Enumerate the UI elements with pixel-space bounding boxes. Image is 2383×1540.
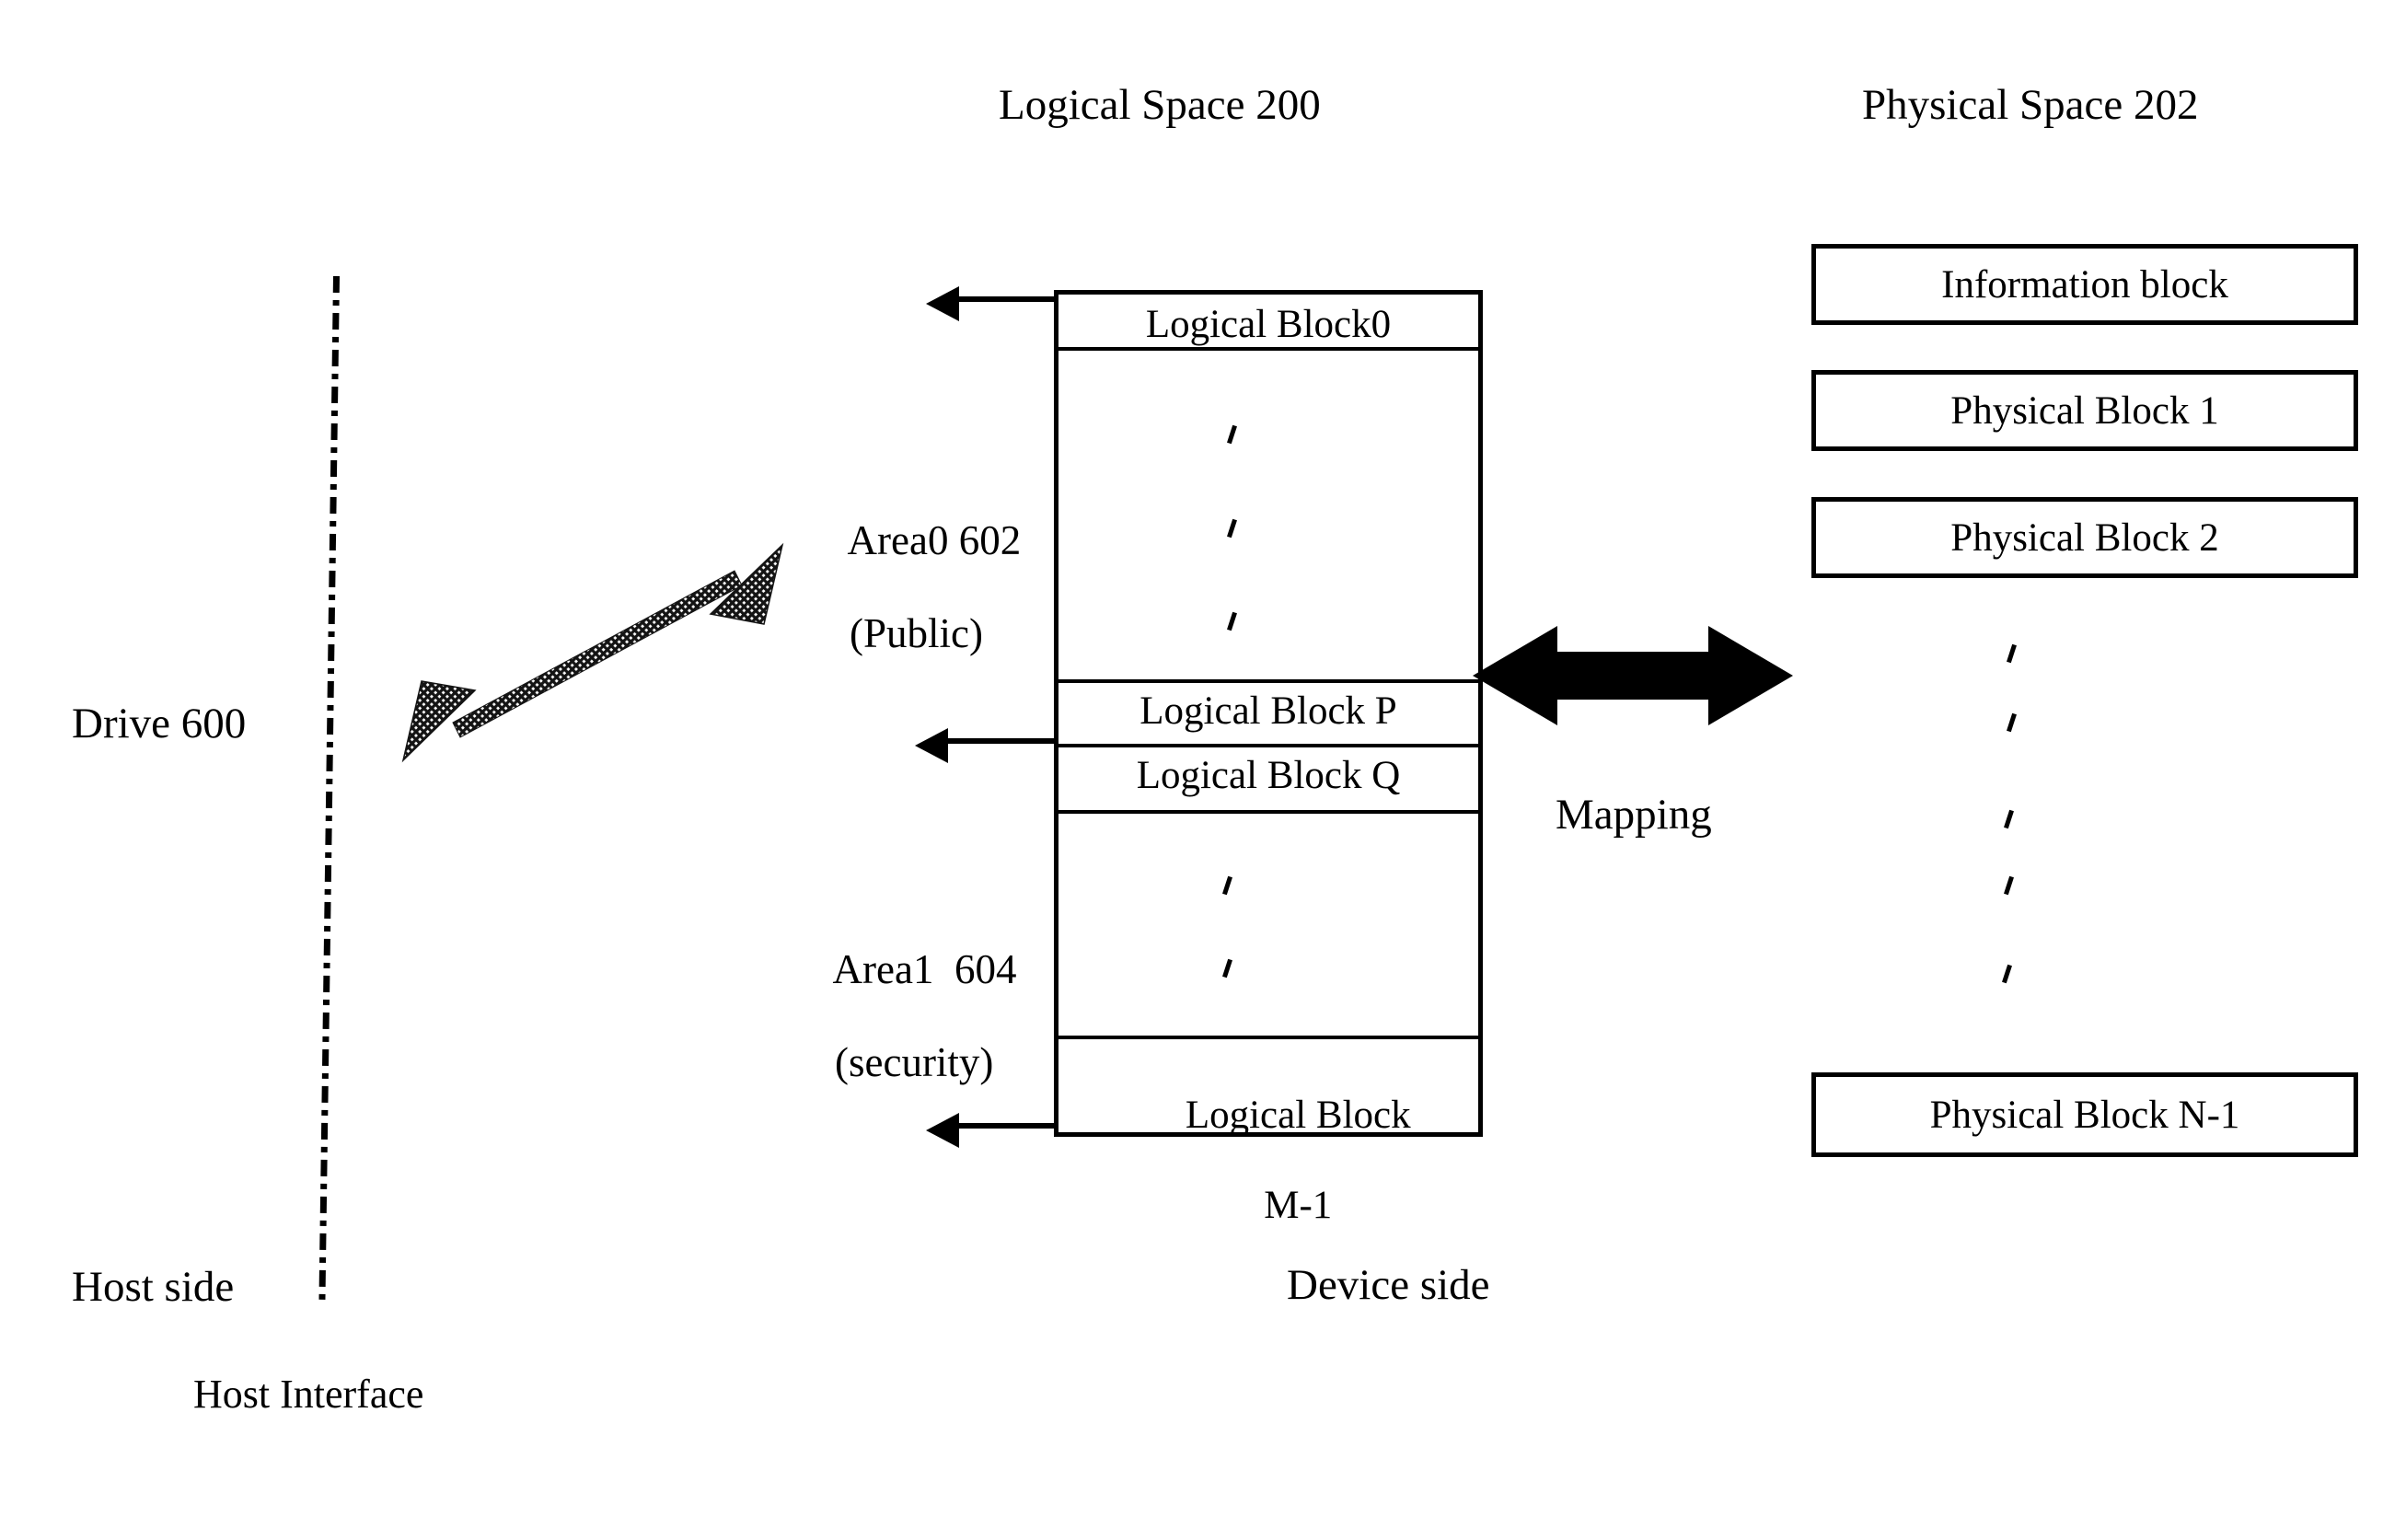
- host-side-label: Host side: [72, 1263, 235, 1311]
- physical-space-title: Physical Space 202: [1862, 81, 2199, 129]
- logical-ellipsis-tick: [1222, 875, 1232, 896]
- physical-ellipsis-tick: [2007, 643, 2017, 664]
- physical-block-1-label: Physical Block 1: [1950, 388, 2219, 433]
- logical-block-m1-line1: Logical Block: [1185, 1094, 1411, 1137]
- logical-divider-4: [1058, 810, 1478, 814]
- logical-block-p-pointer-arrow: [915, 728, 1058, 763]
- logical-ellipsis-tick: [1227, 518, 1237, 538]
- physical-block-2-label: Physical Block 2: [1950, 515, 2219, 560]
- logical-ellipsis-tick: [1227, 424, 1237, 445]
- area0-label-line1: Area0 602: [847, 517, 1022, 564]
- logical-block0-pointer-arrow: [926, 286, 1058, 321]
- logical-block-m1-label: Logical Block M-1: [1058, 1048, 1478, 1273]
- logical-ellipsis-tick: [1222, 958, 1232, 978]
- logical-divider-1: [1058, 347, 1478, 351]
- physical-block-information-label: Information block: [1941, 262, 2228, 307]
- logical-space-title: Logical Space 200: [999, 81, 1321, 129]
- area1-label-line2: (security): [835, 1039, 994, 1086]
- physical-block-information: Information block: [1811, 244, 2358, 325]
- logical-space-column: Logical Block0 Logical Block P Logical B…: [1054, 290, 1483, 1227]
- logical-block-m1-pointer-arrow: [926, 1113, 1058, 1148]
- logical-divider-5: [1058, 1036, 1478, 1039]
- logical-block-0-label: Logical Block0: [1145, 303, 1392, 346]
- drive-host-double-arrow: [401, 542, 784, 763]
- drive-label: Drive 600: [72, 700, 247, 747]
- area1-label-line1: Area1 604: [832, 946, 1017, 993]
- area0-label-line2: (Public): [850, 610, 983, 657]
- logical-block-m1-line2: M-1: [1264, 1184, 1333, 1227]
- physical-block-2: Physical Block 2: [1811, 497, 2358, 578]
- host-interface-divider-line: [318, 275, 340, 1300]
- logical-ellipsis-tick: [1227, 611, 1237, 631]
- physical-block-n1: Physical Block N-1: [1811, 1072, 2358, 1157]
- logical-divider-2: [1058, 679, 1478, 683]
- logical-block-p-label: Logical Block P: [1139, 689, 1397, 733]
- patent-figure-canvas: Logical Space 200 Physical Space 202 Dri…: [0, 0, 2383, 1540]
- physical-ellipsis-tick: [2004, 875, 2014, 896]
- host-interface-label: Host Interface: [193, 1372, 424, 1417]
- physical-ellipsis-tick: [2007, 712, 2017, 733]
- physical-block-n1-label: Physical Block N-1: [1929, 1093, 2240, 1137]
- physical-block-1: Physical Block 1: [1811, 370, 2358, 451]
- physical-ellipsis-tick: [2004, 809, 2014, 829]
- area0-label: Area0 602 (Public): [808, 471, 1022, 703]
- mapping-double-arrow: [1473, 626, 1793, 725]
- area1-label: Area1 604 (security): [793, 900, 1017, 1132]
- physical-ellipsis-tick: [2002, 964, 2012, 984]
- logical-block-q-label: Logical Block Q: [1136, 754, 1401, 797]
- mapping-label: Mapping: [1556, 791, 1712, 839]
- logical-divider-3: [1058, 744, 1478, 747]
